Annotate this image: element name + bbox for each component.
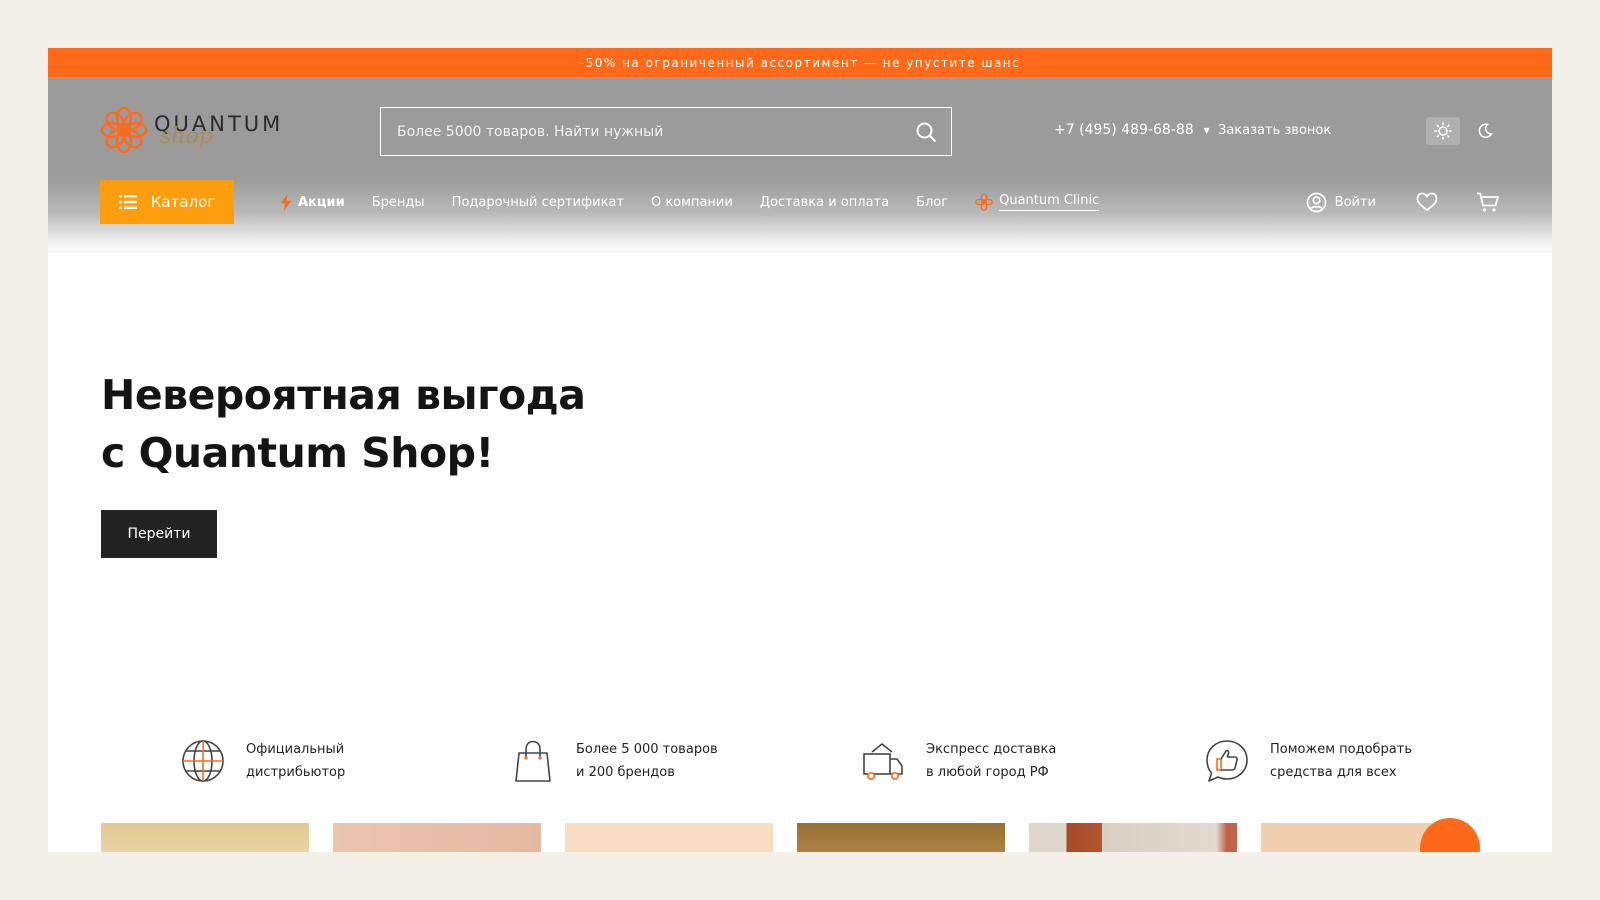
catalog-label: Каталог: [150, 193, 216, 211]
nav-item-label: Доставка и оплата: [759, 194, 890, 210]
feature-text: Экспресс доставка в любой город РФ: [926, 738, 1056, 784]
promo-text: -50% на ограниченный ассортимент — не уп…: [579, 55, 1021, 70]
nav-item-brands[interactable]: Бренды: [372, 195, 425, 210]
nav-item-blog[interactable]: Блог: [916, 195, 948, 210]
feature-item: Более 5 000 товаров и 200 брендов: [510, 738, 718, 784]
nav-item-label: Quantum Clinic: [999, 193, 1100, 211]
callback-link[interactable]: Заказать звонок: [1218, 123, 1331, 138]
product-card[interactable]: [333, 823, 541, 852]
product-card[interactable]: [797, 823, 1005, 852]
light-theme-button[interactable]: [1426, 117, 1460, 145]
nav-item-label: О компании: [650, 194, 733, 210]
flower-logo-icon: [975, 193, 993, 211]
logo-text: QUANTUM shop: [154, 106, 284, 154]
promo-banner[interactable]: -50% на ограниченный ассортимент — не уп…: [48, 48, 1552, 77]
catalog-button[interactable]: Каталог: [100, 180, 234, 224]
user-actions: Войти: [1306, 180, 1500, 224]
header-divider: [48, 251, 1552, 252]
search-bar: [380, 107, 952, 156]
feature-text: Официальный дистрибьютор: [246, 738, 345, 784]
moon-icon: [1478, 123, 1493, 139]
product-cards-row: [101, 823, 1501, 852]
login-button[interactable]: Войти: [1306, 192, 1376, 213]
feature-item: Официальный дистрибьютор: [180, 738, 345, 784]
feature-line: Официальный: [246, 742, 345, 757]
chevron-down-icon: ▼: [1203, 125, 1210, 135]
search-input[interactable]: [397, 123, 915, 140]
logo[interactable]: QUANTUM shop: [100, 106, 284, 154]
feature-line: в любой город РФ: [926, 765, 1049, 780]
feature-text: Поможем подобрать средства для всех: [1270, 738, 1412, 784]
nav-item-sales[interactable]: Акции: [280, 193, 345, 211]
cart-icon[interactable]: [1476, 192, 1500, 213]
lightning-icon: [280, 193, 292, 211]
product-card[interactable]: [565, 823, 773, 852]
nav-item-clinic[interactable]: Quantum Clinic: [975, 193, 1100, 211]
search-icon[interactable]: [915, 121, 937, 143]
hero-title-line: с Quantum Shop!: [101, 429, 494, 477]
nav-item-label: Акции: [298, 194, 345, 210]
hero-title: Невероятная выгода с Quantum Shop!: [101, 366, 586, 482]
phone-selector[interactable]: +7 (495) 489-68-88 ▼: [1054, 122, 1210, 138]
login-label: Войти: [1334, 194, 1376, 210]
feature-text: Более 5 000 товаров и 200 брендов: [576, 738, 718, 784]
site-header: QUANTUM shop +7 (495) 489-68-88 ▼ Заказа…: [48, 77, 1552, 251]
feature-item: Поможем подобрать средства для всех: [1204, 738, 1412, 784]
nav-item-label: Блог: [916, 194, 949, 210]
list-icon: [118, 195, 137, 209]
feature-line: и 200 брендов: [576, 765, 675, 780]
phone-number: +7 (495) 489-68-88: [1054, 122, 1194, 138]
feature-line: Экспресс доставка: [926, 742, 1057, 757]
feature-line: средства для всех: [1270, 765, 1397, 780]
feature-line: Более 5 000 товаров: [576, 742, 718, 757]
hero-go-button[interactable]: Перейти: [101, 510, 217, 558]
hero-title-line: Невероятная выгода: [101, 371, 586, 419]
nav-item-gift-certificate[interactable]: Подарочный сертификат: [452, 195, 624, 210]
nav-item-delivery[interactable]: Доставка и оплата: [760, 195, 889, 210]
page-frame: -50% на ограниченный ассортимент — не уп…: [48, 48, 1552, 852]
heart-icon[interactable]: [1416, 192, 1438, 212]
nav-item-about[interactable]: О компании: [651, 195, 733, 210]
delivery-truck-icon: [863, 743, 903, 780]
theme-switcher: [1426, 117, 1502, 145]
feature-line: дистрибьютор: [246, 765, 346, 780]
main-nav: Каталог Акции Бренды Подарочный сертифик…: [100, 180, 1500, 224]
features-row: Официальный дистрибьютор Более 5 000 тов…: [48, 738, 1552, 788]
feature-item: Экспресс доставка в любой город РФ: [860, 738, 1056, 784]
dark-theme-button[interactable]: [1468, 117, 1502, 145]
feature-line: Поможем подобрать: [1270, 742, 1413, 757]
flower-logo-icon: [100, 106, 148, 154]
sun-icon: [1434, 122, 1452, 140]
nav-item-label: Подарочный сертификат: [451, 194, 624, 210]
logo-script: shop: [160, 124, 213, 149]
menu: Акции Бренды Подарочный сертификат О ком…: [280, 193, 1100, 211]
product-card[interactable]: [101, 823, 309, 852]
user-icon: [1306, 192, 1327, 212]
product-card[interactable]: [1029, 823, 1237, 852]
globe-icon: [182, 740, 224, 782]
shopping-bag-icon: [515, 740, 551, 782]
nav-item-label: Бренды: [371, 194, 425, 210]
thumbs-up-chat-icon: [1206, 740, 1248, 782]
